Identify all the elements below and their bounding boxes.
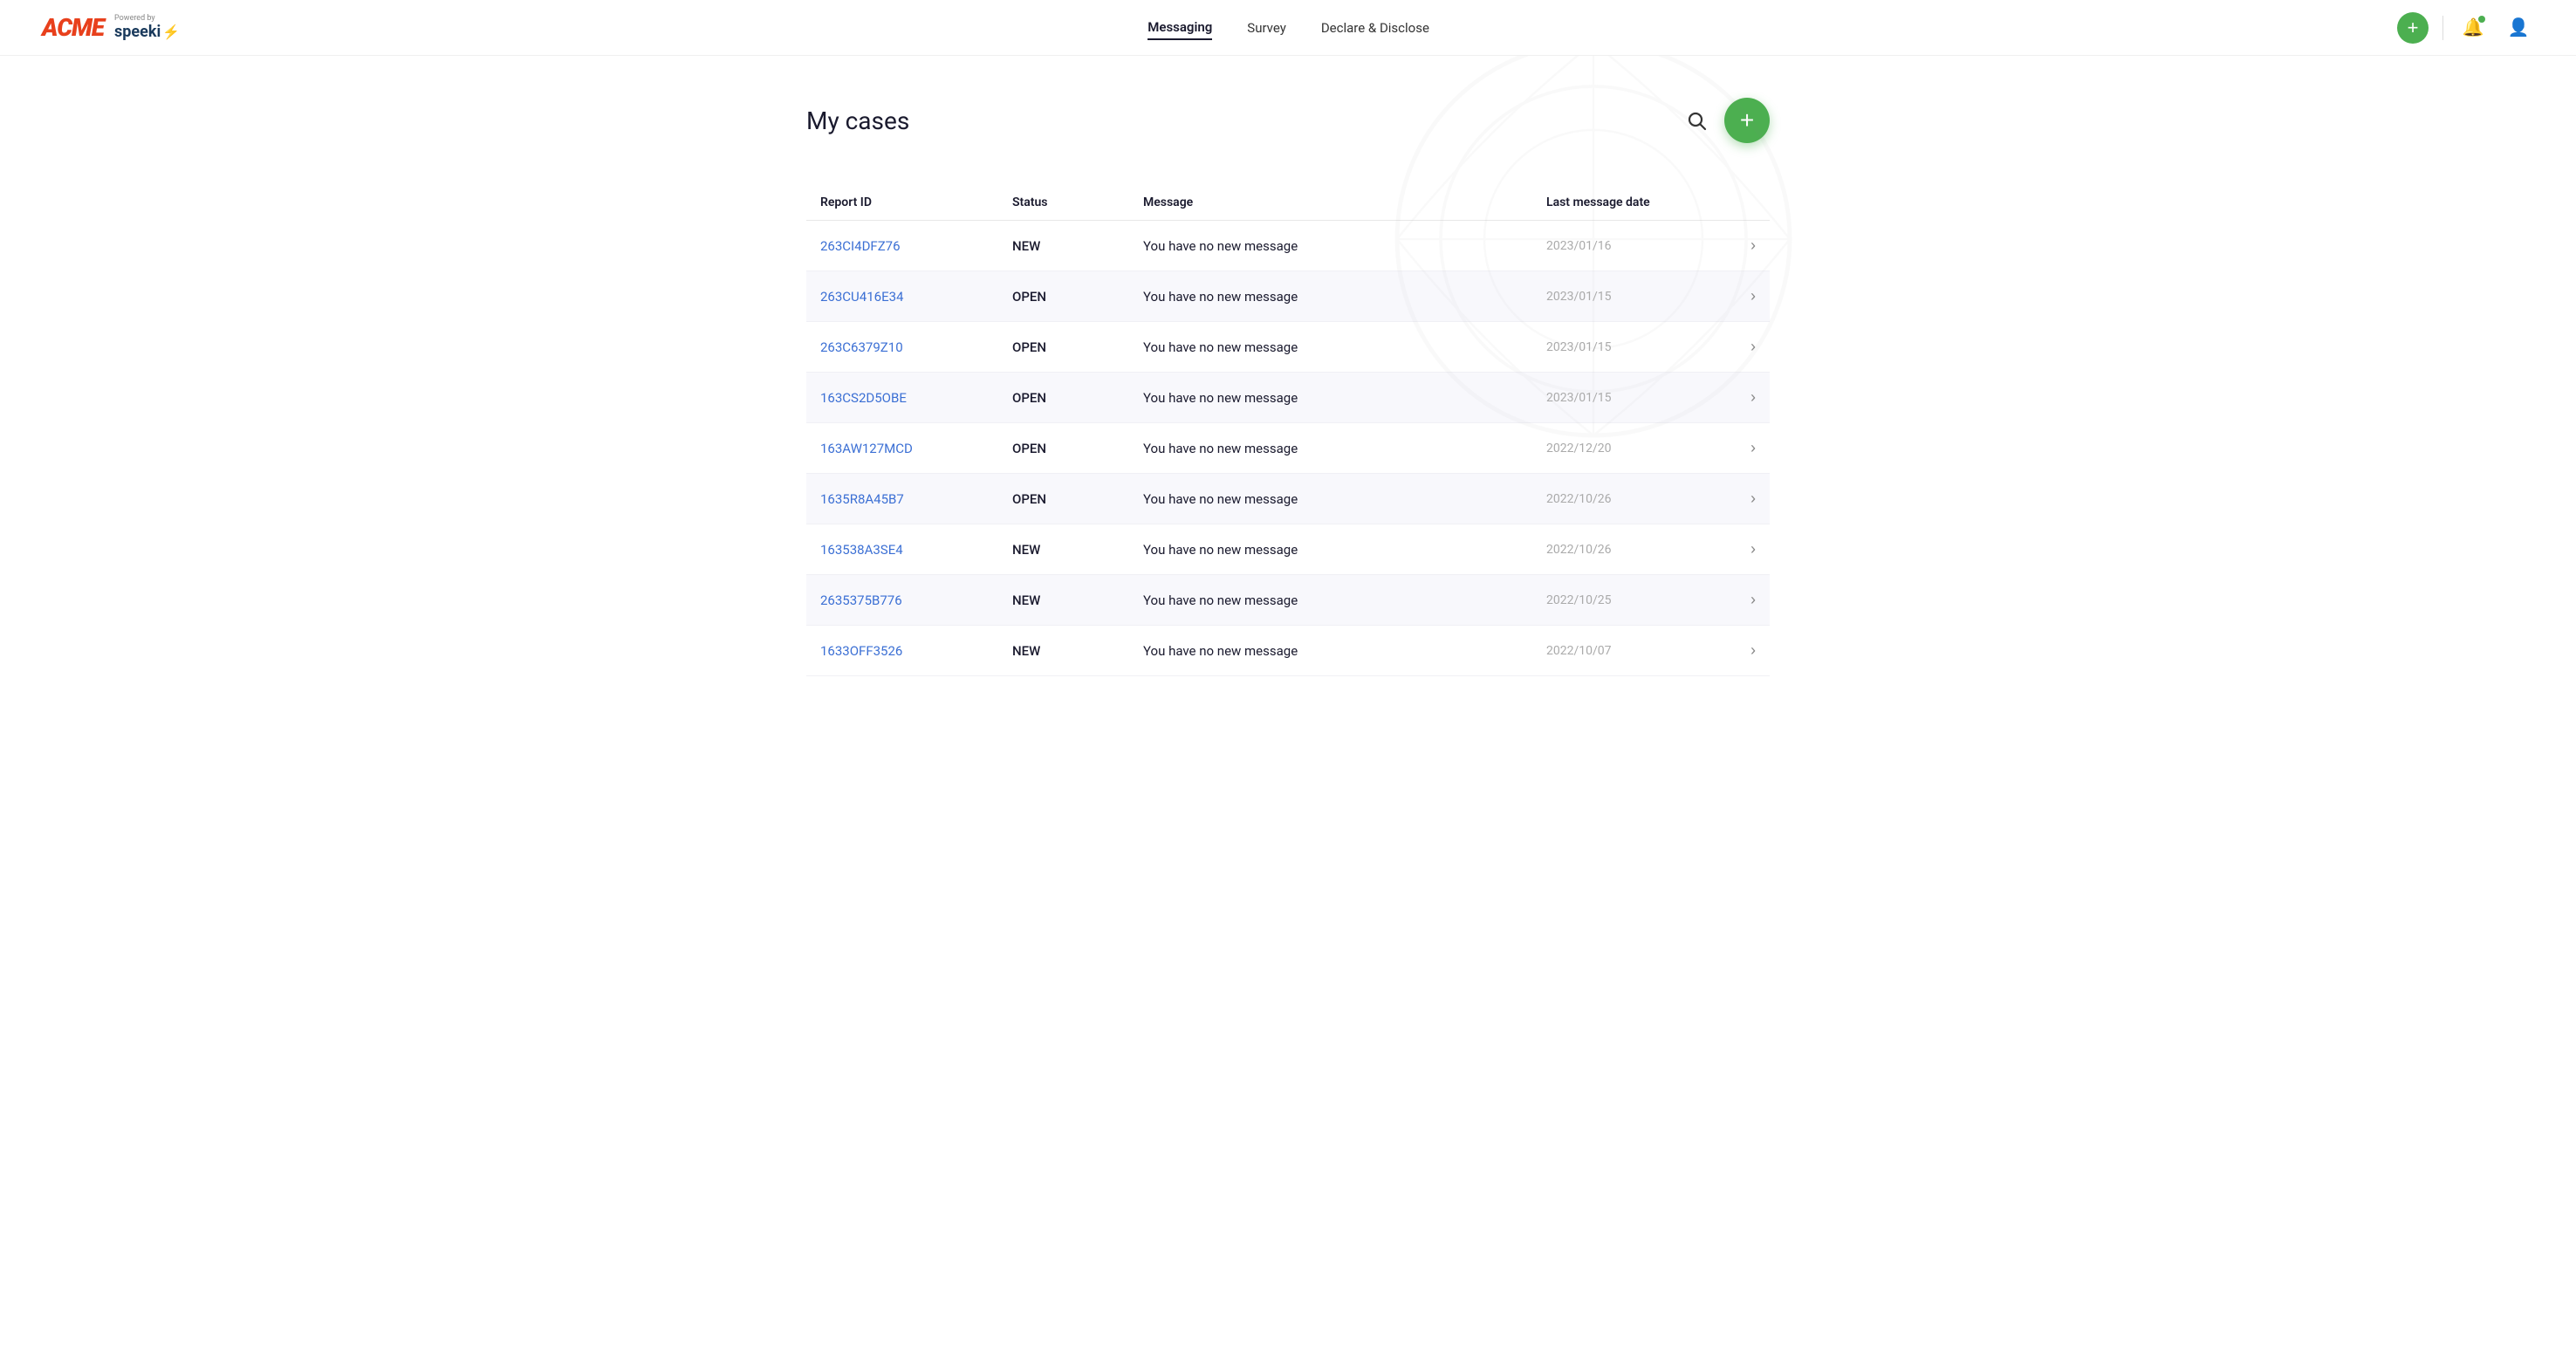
message-cell: You have no new message — [1143, 592, 1546, 608]
table-row[interactable]: 263C6379Z10 OPEN You have no new message… — [806, 322, 1770, 373]
report-id-link[interactable]: 263CI4DFZ76 — [820, 238, 901, 254]
main-nav: Messaging Survey Declare & Disclose — [1148, 16, 1429, 40]
nav-declare-disclose[interactable]: Declare & Disclose — [1321, 17, 1429, 39]
row-chevron-button[interactable]: › — [1721, 439, 1756, 457]
date-cell: 2022/12/20 — [1546, 442, 1721, 455]
report-id-link[interactable]: 163AW127MCD — [820, 441, 913, 456]
logo-area: ACME Powered by speeki ⚡ — [42, 13, 180, 42]
row-chevron-button[interactable]: › — [1721, 388, 1756, 407]
header-add-button[interactable]: + — [2397, 12, 2429, 44]
col-last-message-date: Last message date — [1546, 195, 1721, 209]
status-cell: OPEN — [1012, 390, 1143, 406]
col-action — [1721, 195, 1756, 209]
acme-logo: ACME — [42, 13, 104, 42]
row-chevron-button[interactable]: › — [1721, 641, 1756, 660]
row-chevron-button[interactable]: › — [1721, 591, 1756, 609]
status-cell: OPEN — [1012, 491, 1143, 507]
status-cell: NEW — [1012, 238, 1143, 254]
row-chevron-button[interactable]: › — [1721, 287, 1756, 305]
message-cell: You have no new message — [1143, 441, 1546, 456]
report-id-link[interactable]: 263CU416E34 — [820, 289, 903, 305]
table-row[interactable]: 163CS2D5OBE OPEN You have no new message… — [806, 373, 1770, 423]
row-chevron-button[interactable]: › — [1721, 490, 1756, 508]
search-button[interactable] — [1686, 110, 1707, 131]
notification-badge — [2478, 16, 2485, 23]
status-cell: NEW — [1012, 643, 1143, 659]
col-status: Status — [1012, 195, 1143, 209]
add-case-button[interactable]: + — [1724, 98, 1770, 143]
report-id-link[interactable]: 2635375B776 — [820, 592, 902, 608]
user-icon: 👤 — [2508, 17, 2530, 38]
user-profile-button[interactable]: 👤 — [2503, 12, 2534, 44]
report-id-link[interactable]: 1635R8A45B7 — [820, 491, 904, 507]
page-actions: + — [1686, 98, 1770, 143]
search-icon — [1686, 110, 1707, 131]
table-row[interactable]: 263CI4DFZ76 NEW You have no new message … — [806, 221, 1770, 271]
table-row[interactable]: 163AW127MCD OPEN You have no new message… — [806, 423, 1770, 474]
header-actions: + 🔔 👤 — [2397, 12, 2534, 44]
date-cell: 2022/10/26 — [1546, 492, 1721, 506]
status-cell: OPEN — [1012, 441, 1143, 456]
powered-by-area: Powered by speeki ⚡ — [114, 15, 180, 41]
status-cell: OPEN — [1012, 339, 1143, 355]
table-row[interactable]: 2635375B776 NEW You have no new message … — [806, 575, 1770, 626]
message-cell: You have no new message — [1143, 542, 1546, 558]
status-cell: NEW — [1012, 542, 1143, 558]
table-row[interactable]: 1635R8A45B7 OPEN You have no new message… — [806, 474, 1770, 524]
message-cell: You have no new message — [1143, 339, 1546, 355]
speeki-leaf-icon: ⚡ — [162, 24, 180, 40]
message-cell: You have no new message — [1143, 289, 1546, 305]
table-row[interactable]: 163538A3SE4 NEW You have no new message … — [806, 524, 1770, 575]
row-chevron-button[interactable]: › — [1721, 540, 1756, 558]
report-id-link[interactable]: 163538A3SE4 — [820, 542, 903, 558]
powered-by-text: Powered by — [114, 15, 155, 23]
message-cell: You have no new message — [1143, 643, 1546, 659]
header-divider — [2442, 16, 2443, 40]
nav-survey[interactable]: Survey — [1247, 17, 1286, 39]
date-cell: 2022/10/25 — [1546, 593, 1721, 607]
report-id-link[interactable]: 163CS2D5OBE — [820, 390, 907, 406]
date-cell: 2022/10/07 — [1546, 644, 1721, 658]
row-chevron-button[interactable]: › — [1721, 236, 1756, 255]
date-cell: 2023/01/16 — [1546, 239, 1721, 253]
status-cell: NEW — [1012, 592, 1143, 608]
table-header: Report ID Status Message Last message da… — [806, 185, 1770, 221]
date-cell: 2022/10/26 — [1546, 543, 1721, 557]
speeki-text: speeki — [114, 23, 161, 41]
report-id-link[interactable]: 263C6379Z10 — [820, 339, 903, 355]
message-cell: You have no new message — [1143, 238, 1546, 254]
main-content: My cases + Report ID Status Message Last… — [764, 56, 1812, 718]
status-cell: OPEN — [1012, 289, 1143, 305]
date-cell: 2023/01/15 — [1546, 290, 1721, 304]
message-cell: You have no new message — [1143, 390, 1546, 406]
table-row[interactable]: 263CU416E34 OPEN You have no new message… — [806, 271, 1770, 322]
header: ACME Powered by speeki ⚡ Messaging Surve… — [0, 0, 2576, 56]
date-cell: 2023/01/15 — [1546, 340, 1721, 354]
table-body: 263CI4DFZ76 NEW You have no new message … — [806, 221, 1770, 676]
page-header: My cases + — [806, 98, 1770, 143]
message-cell: You have no new message — [1143, 491, 1546, 507]
notification-button[interactable]: 🔔 — [2457, 12, 2489, 44]
cases-table: Report ID Status Message Last message da… — [806, 185, 1770, 676]
col-message: Message — [1143, 195, 1546, 209]
report-id-link[interactable]: 1633OFF3526 — [820, 643, 902, 659]
date-cell: 2023/01/15 — [1546, 391, 1721, 405]
page-title: My cases — [806, 106, 909, 135]
speeki-logo: speeki ⚡ — [114, 23, 180, 41]
col-report-id: Report ID — [820, 195, 1012, 209]
nav-messaging[interactable]: Messaging — [1148, 16, 1212, 40]
table-row[interactable]: 1633OFF3526 NEW You have no new message … — [806, 626, 1770, 676]
row-chevron-button[interactable]: › — [1721, 338, 1756, 356]
